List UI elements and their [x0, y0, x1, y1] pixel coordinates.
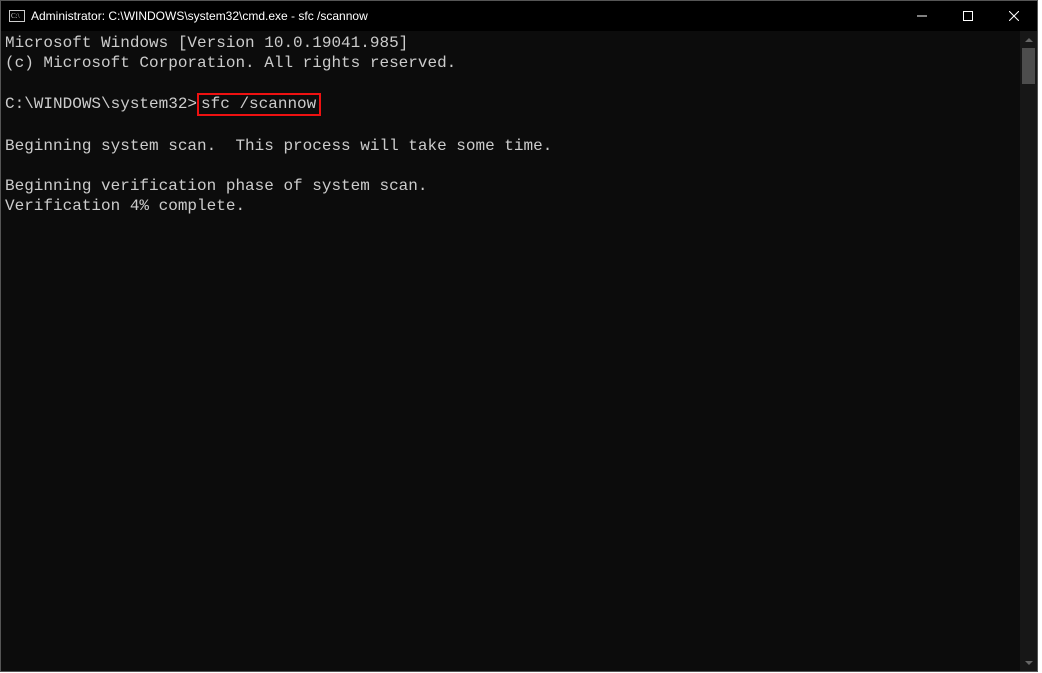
scroll-thumb[interactable]: [1022, 48, 1035, 84]
client-area: Microsoft Windows [Version 10.0.19041.98…: [1, 31, 1037, 671]
begin-scan-line: Beginning system scan. This process will…: [5, 137, 552, 155]
minimize-button[interactable]: [899, 1, 945, 31]
scroll-up-button[interactable]: [1020, 31, 1037, 48]
cmd-window: C:\ Administrator: C:\WINDOWS\system32\c…: [0, 0, 1038, 672]
scroll-down-button[interactable]: [1020, 654, 1037, 671]
prompt-text: C:\WINDOWS\system32>: [5, 95, 197, 113]
command-highlight: sfc /scannow: [197, 93, 321, 116]
cmd-icon: C:\: [9, 8, 25, 24]
copyright-line: (c) Microsoft Corporation. All rights re…: [5, 54, 456, 72]
vertical-scrollbar[interactable]: [1020, 31, 1037, 671]
terminal-output[interactable]: Microsoft Windows [Version 10.0.19041.98…: [1, 31, 1020, 671]
begin-verify-line: Beginning verification phase of system s…: [5, 177, 427, 195]
maximize-button[interactable]: [945, 1, 991, 31]
verification-line: Verification 4% complete.: [5, 197, 245, 215]
window-controls: [899, 1, 1037, 31]
window-title: Administrator: C:\WINDOWS\system32\cmd.e…: [31, 9, 368, 23]
close-button[interactable]: [991, 1, 1037, 31]
svg-text:C:\: C:\: [11, 12, 20, 20]
titlebar[interactable]: C:\ Administrator: C:\WINDOWS\system32\c…: [1, 1, 1037, 31]
command-text: sfc /scannow: [201, 95, 316, 113]
version-line: Microsoft Windows [Version 10.0.19041.98…: [5, 34, 408, 52]
